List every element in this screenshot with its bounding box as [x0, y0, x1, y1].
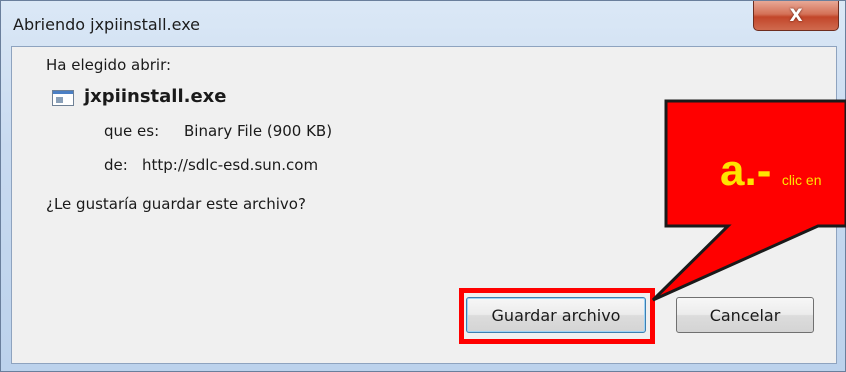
callout-label: a.- clic en — [720, 146, 822, 196]
callout-shape — [651, 99, 846, 302]
callout-step: a.- — [720, 146, 772, 195]
callout-instruction: clic en — [781, 172, 822, 188]
